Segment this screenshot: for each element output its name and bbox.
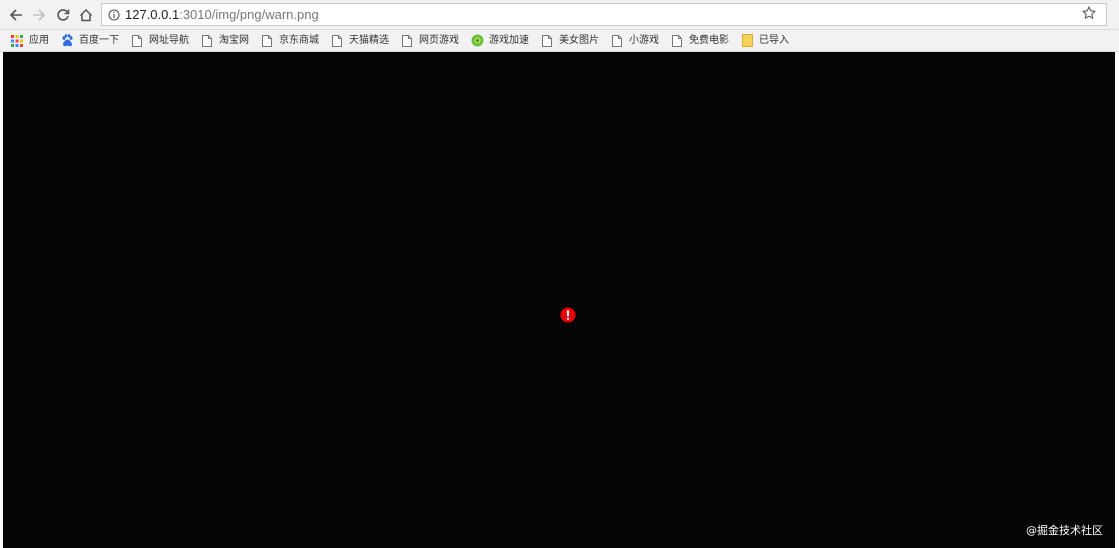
reload-icon xyxy=(56,8,70,22)
address-bar[interactable]: 127.0.0.1:3010/img/png/warn.png xyxy=(101,3,1107,26)
page-icon xyxy=(330,34,344,48)
page-icon xyxy=(610,34,624,48)
page-icon xyxy=(200,34,214,48)
bookmark-label: 京东商城 xyxy=(279,34,319,46)
folder-icon xyxy=(740,34,754,48)
bookmark-tmall[interactable]: 天猫精选 xyxy=(326,31,394,51)
arrow-right-icon xyxy=(32,8,46,22)
info-icon[interactable] xyxy=(108,8,120,21)
page-icon xyxy=(400,34,414,48)
browser-toolbar: 127.0.0.1:3010/img/png/warn.png xyxy=(0,0,1119,30)
game-accelerator-icon xyxy=(470,34,484,48)
url-host: 127.0.0.1 xyxy=(125,7,180,22)
reload-button[interactable] xyxy=(53,5,73,25)
bookmark-label: 免费电影 xyxy=(689,34,729,46)
home-button[interactable] xyxy=(76,5,96,25)
arrow-left-icon xyxy=(9,8,23,22)
url-text[interactable]: 127.0.0.1:3010/img/png/warn.png xyxy=(125,7,319,22)
page-viewport: @掘金技术社区 xyxy=(3,52,1115,548)
bookmark-label: 美女图片 xyxy=(559,34,599,46)
back-button[interactable] xyxy=(6,5,26,25)
bookmark-label: 小游戏 xyxy=(629,34,659,46)
page-icon xyxy=(540,34,554,48)
bookmark-apps[interactable]: 应用 xyxy=(6,31,54,51)
forward-button[interactable] xyxy=(29,5,49,25)
page-icon xyxy=(260,34,274,48)
bookmark-label: 应用 xyxy=(29,34,49,46)
bookmark-baidu[interactable]: 百度一下 xyxy=(56,31,124,51)
bookmark-label: 网址导航 xyxy=(149,34,189,46)
page-icon xyxy=(130,34,144,48)
bookmark-star-button[interactable] xyxy=(1079,4,1099,24)
bookmark-label: 已导入 xyxy=(759,34,789,46)
watermark: @掘金技术社区 xyxy=(1026,524,1103,537)
bookmark-taobao[interactable]: 淘宝网 xyxy=(196,31,254,51)
bookmark-jd[interactable]: 京东商城 xyxy=(256,31,324,51)
bookmark-label: 游戏加速 xyxy=(489,34,529,46)
star-icon xyxy=(1082,5,1096,24)
bookmark-pictures[interactable]: 美女图片 xyxy=(536,31,604,51)
bookmark-folder-imported[interactable]: 已导入 xyxy=(736,31,794,51)
bookmark-label: 淘宝网 xyxy=(219,34,249,46)
bookmark-game-accel[interactable]: 游戏加速 xyxy=(466,31,534,51)
page-icon xyxy=(670,34,684,48)
bookmark-movies[interactable]: 免费电影 xyxy=(666,31,734,51)
browser-window: 127.0.0.1:3010/img/png/warn.png 应用 百度一下 … xyxy=(0,0,1119,548)
url-path: :3010/img/png/warn.png xyxy=(179,7,319,22)
bookmark-label: 网页游戏 xyxy=(419,34,459,46)
bookmark-webgames[interactable]: 网页游戏 xyxy=(396,31,464,51)
bookmark-label: 百度一下 xyxy=(79,34,119,46)
bookmark-minigames[interactable]: 小游戏 xyxy=(606,31,664,51)
bookmarks-bar: 应用 百度一下 网址导航 淘宝网 京东商城 天猫精选 网页游戏 游戏加速 美女图… xyxy=(0,30,1119,52)
apps-grid-icon xyxy=(10,34,24,48)
home-icon xyxy=(79,8,93,22)
bookmark-wangzhi[interactable]: 网址导航 xyxy=(126,31,194,51)
bookmark-label: 天猫精选 xyxy=(349,34,389,46)
warning-icon xyxy=(560,307,576,323)
baidu-paw-icon xyxy=(60,34,74,48)
